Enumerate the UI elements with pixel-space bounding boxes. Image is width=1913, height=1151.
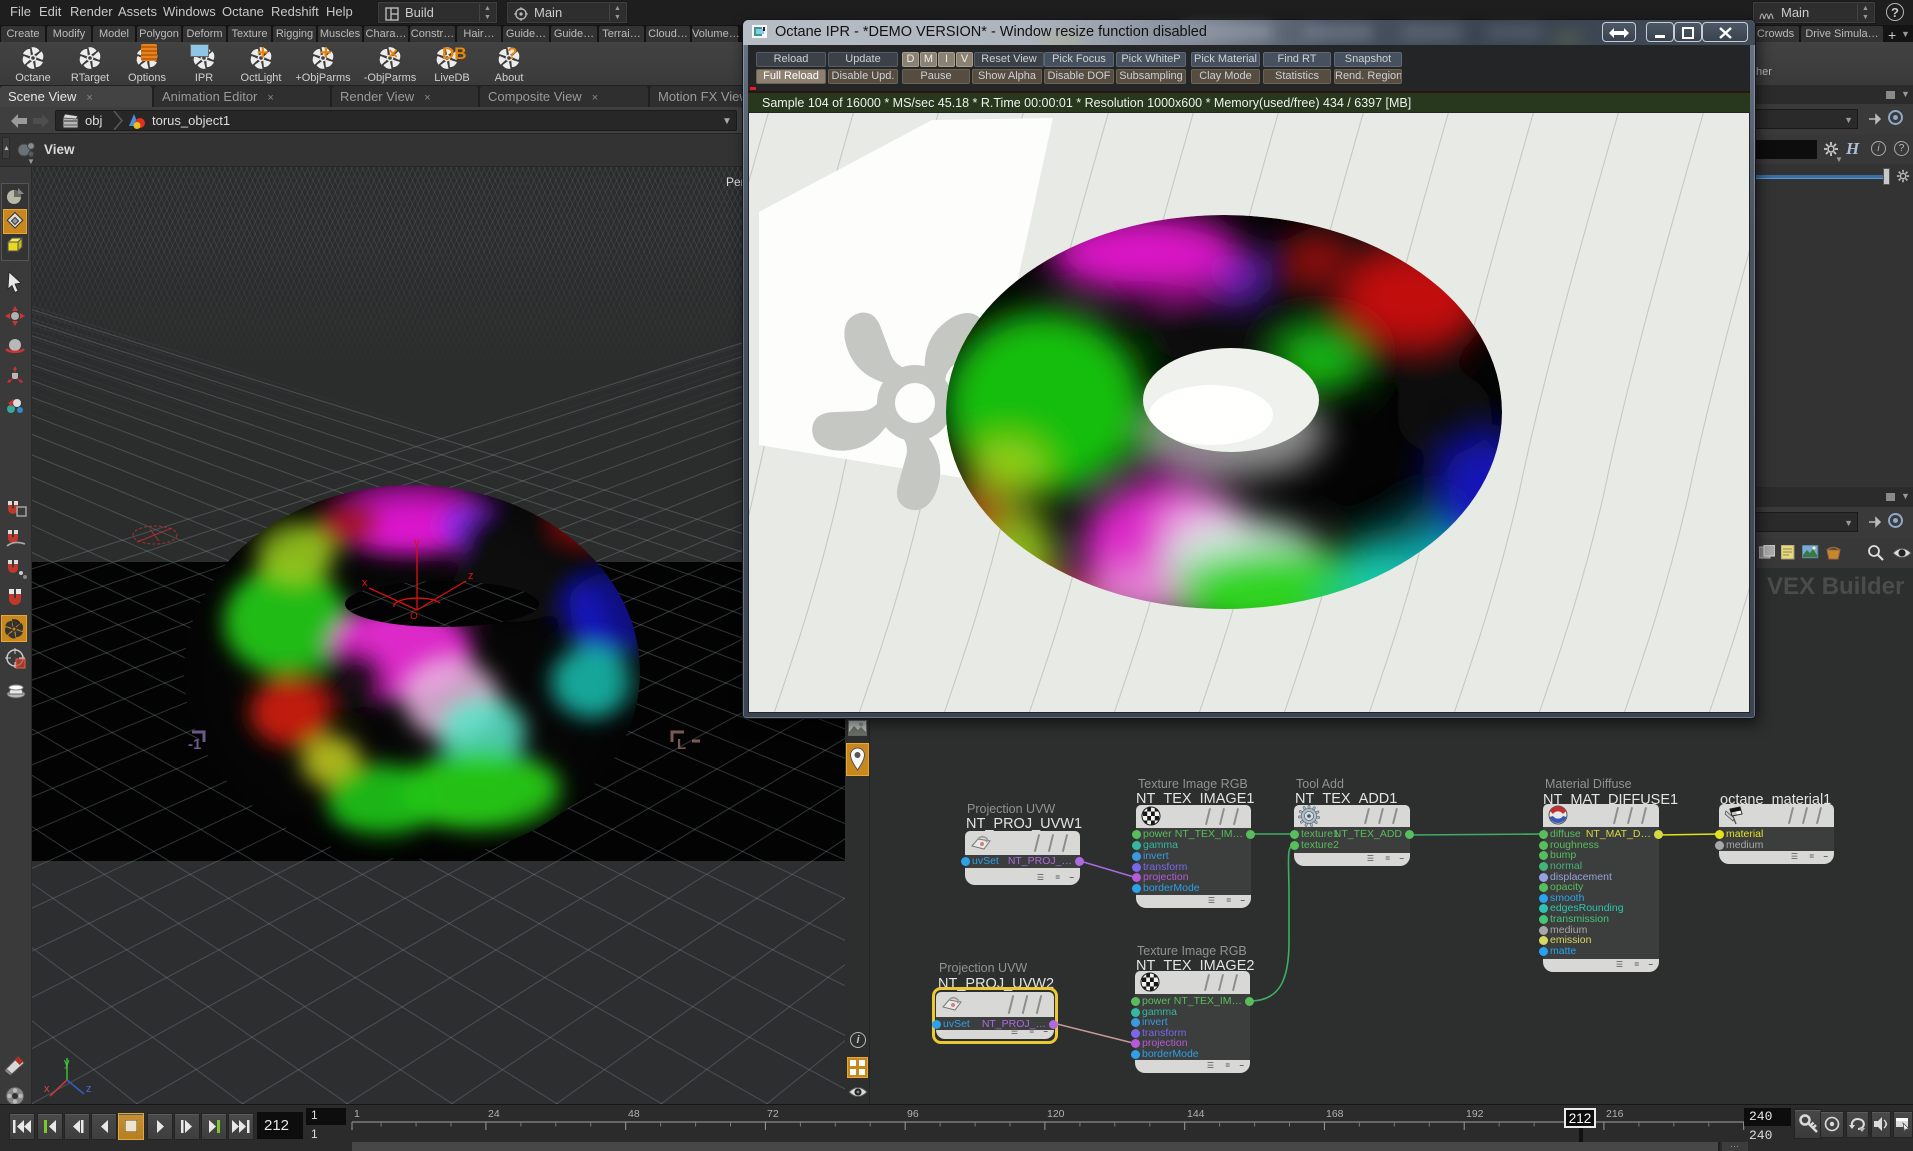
svg-text:O: O — [410, 611, 418, 622]
svg-text:z: z — [468, 570, 474, 582]
svg-text:96: 96 — [907, 1108, 919, 1120]
svg-text:-1: -1 — [188, 736, 201, 753]
svg-text:168: 168 — [1326, 1108, 1344, 1120]
svg-text:144: 144 — [1187, 1108, 1205, 1120]
svg-text:y: y — [64, 1057, 70, 1069]
svg-text:z: z — [86, 1083, 92, 1095]
svg-text:72: 72 — [767, 1108, 779, 1120]
svg-text:x: x — [44, 1083, 50, 1095]
svg-text:24: 24 — [488, 1108, 500, 1120]
svg-text:1: 1 — [354, 1108, 360, 1120]
svg-text:L: L — [677, 736, 686, 753]
svg-text:48: 48 — [628, 1108, 640, 1120]
svg-text:192: 192 — [1466, 1108, 1484, 1120]
svg-text:120: 120 — [1047, 1108, 1065, 1120]
svg-text:y: y — [414, 537, 420, 549]
svg-text:216: 216 — [1606, 1108, 1624, 1120]
svg-text:x: x — [362, 577, 368, 589]
